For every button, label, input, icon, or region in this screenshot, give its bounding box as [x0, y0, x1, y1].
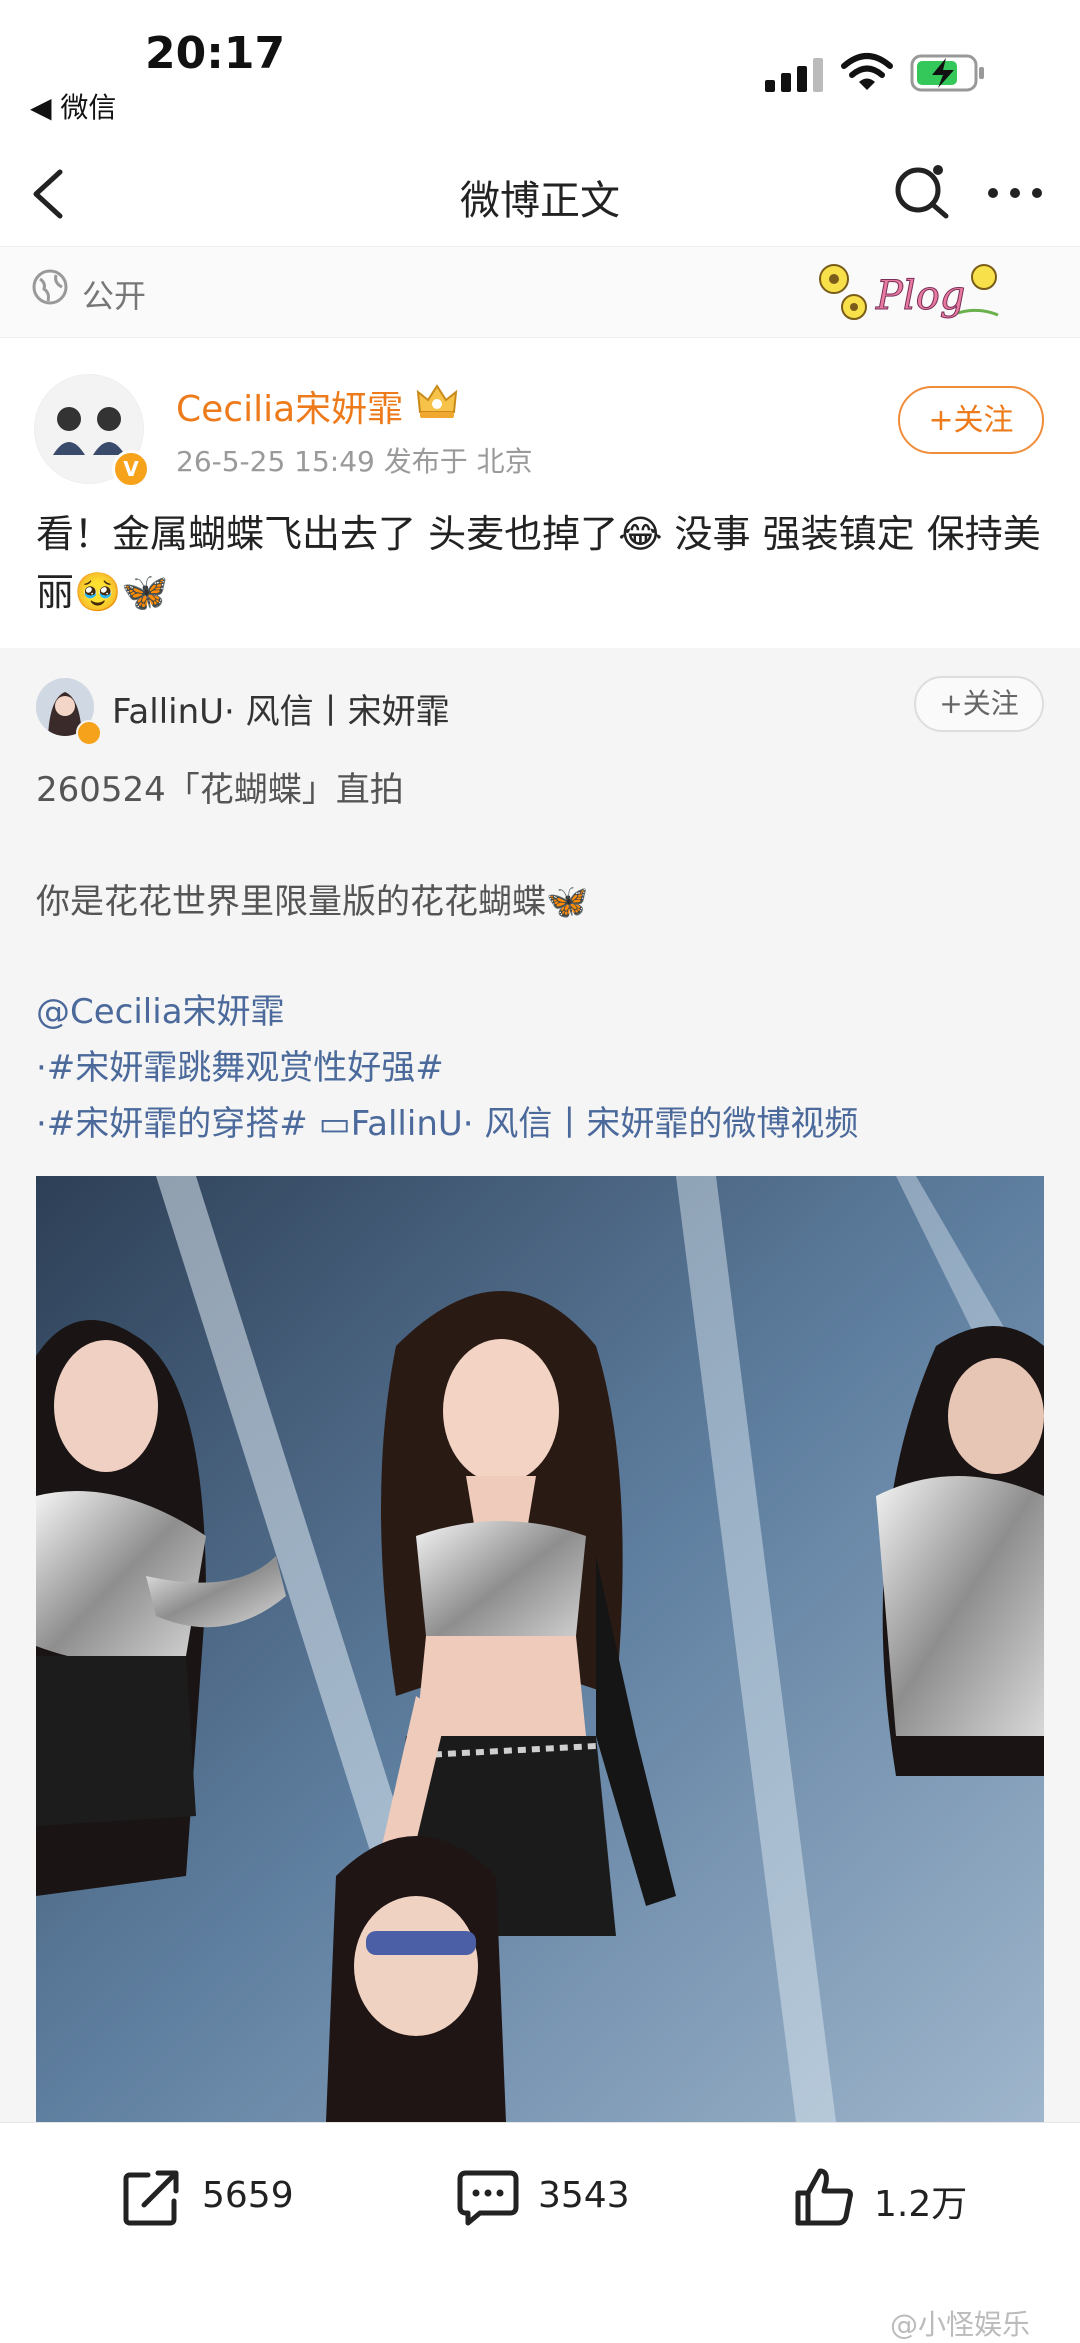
globe-icon — [32, 269, 68, 305]
repost-follow-button[interactable]: +关注 — [914, 676, 1044, 732]
wifi-icon — [841, 53, 893, 90]
nav-bar: 微博正文 — [0, 140, 1080, 247]
comment-count: 3543 — [538, 2175, 630, 2216]
verified-badge-icon: V — [112, 450, 150, 488]
share-icon — [123, 2170, 179, 2226]
thumbs-up-icon — [795, 2168, 853, 2226]
repost-caption-line: 你是花花世界里限量版的花花蝴蝶🦋 — [36, 882, 589, 922]
repost-verified-badge-icon — [76, 720, 102, 746]
mention-link[interactable]: @Cecilia宋妍霏 — [36, 984, 285, 1033]
watermark: @小怪娱乐 — [890, 2308, 1031, 2341]
crown-badge-icon — [416, 384, 458, 418]
repost-title-line: 260524「花蝴蝶」直拍 — [36, 770, 404, 810]
video-thumbnail[interactable] — [36, 1176, 1044, 2122]
plog-sticker: Plog — [819, 264, 999, 320]
back-to-wechat[interactable]: ◀ 微信 — [30, 86, 116, 126]
like-button[interactable]: 1.2万 — [792, 2123, 992, 2273]
comment-icon — [457, 2170, 519, 2226]
cellular-signal-icon — [765, 58, 823, 92]
battery-charging-icon — [910, 54, 984, 92]
comment-button[interactable]: 3543 — [456, 2123, 656, 2273]
more-icon[interactable] — [985, 184, 1045, 202]
follow-button[interactable]: +关注 — [898, 386, 1044, 454]
status-time: 20:17 — [145, 28, 286, 79]
post-text: 看！金属蝴蝶飞出去了 头麦也掉了😂 没事 强装镇定 保持美丽🥹🦋 — [36, 512, 1041, 614]
post-meta: 26-5-25 15:49 发布于 北京 — [176, 445, 533, 478]
repost-author[interactable]: FallinU· 风信丨宋妍霏 — [112, 684, 450, 733]
like-count: 1.2万 — [874, 2184, 968, 2225]
post-author[interactable]: Cecilia宋妍霏 — [176, 380, 403, 432]
status-bar: 20:17 ◀ 微信 — [0, 0, 1080, 140]
svg-text:Plog: Plog — [875, 273, 965, 319]
hashtag-link-1[interactable]: ·#宋妍霏跳舞观赏性好强# — [36, 1040, 444, 1089]
hashtag-video-link[interactable]: ·#宋妍霏的穿搭# ▭FallinU· 风信丨宋妍霏的微博视频 — [36, 1096, 858, 1145]
visibility-label: 公开 — [82, 277, 147, 315]
stage-photo — [36, 1176, 1044, 2122]
search-icon[interactable] — [890, 160, 954, 224]
share-button[interactable]: 5659 — [120, 2123, 320, 2273]
action-bar: 5659 3543 1.2万 @小怪娱乐 — [0, 2122, 1080, 2342]
visibility-bar: 公开 Plog — [0, 247, 1080, 338]
share-count: 5659 — [202, 2175, 294, 2216]
